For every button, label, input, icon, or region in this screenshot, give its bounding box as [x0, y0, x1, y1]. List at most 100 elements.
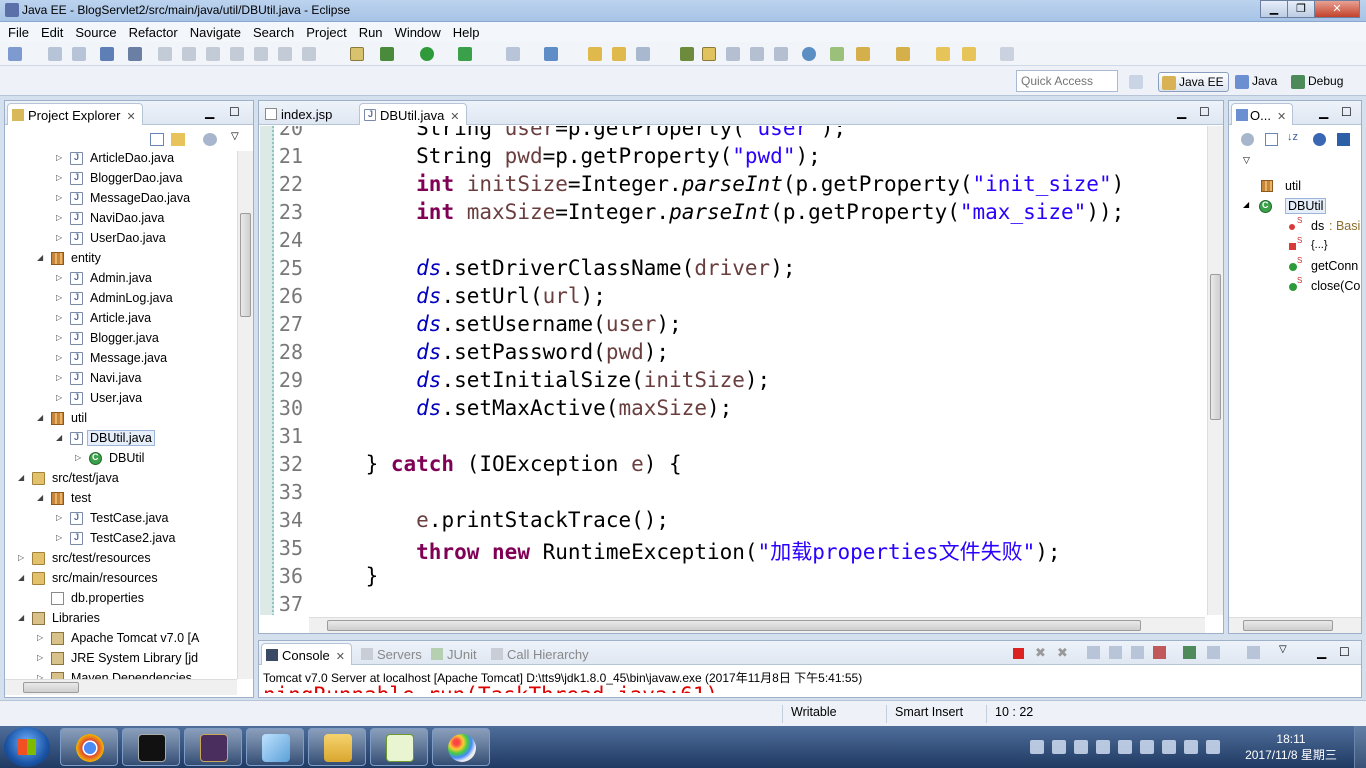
step-into-icon[interactable] — [254, 47, 268, 61]
menu-run[interactable]: Run — [353, 25, 389, 40]
expand-arrow-icon[interactable]: ▷ — [56, 273, 64, 282]
editor-horizontal-scrollbar[interactable] — [309, 617, 1205, 633]
tab-outline[interactable]: O... ✕ — [1231, 103, 1294, 125]
tab-project-explorer[interactable]: Project Explorer ✕ — [7, 103, 143, 125]
mark-occurrences-icon[interactable] — [702, 47, 716, 61]
tab-console[interactable]: Console ✕ — [261, 643, 352, 665]
taskbar-chrome[interactable] — [60, 728, 118, 766]
taskbar-explorer[interactable] — [308, 728, 366, 766]
perspective-java[interactable]: Java — [1232, 72, 1281, 92]
scroll-lock-icon[interactable] — [1109, 646, 1122, 659]
expand-arrow-icon[interactable]: ▷ — [56, 333, 64, 342]
display-selected-console-icon[interactable] — [1207, 646, 1220, 659]
collapse-arrow-icon[interactable]: ◢ — [37, 413, 45, 422]
outline-horizontal-thumb[interactable] — [1243, 620, 1333, 631]
close-tab-icon[interactable]: ✕ — [1277, 111, 1286, 123]
expand-arrow-icon[interactable]: ▷ — [56, 213, 64, 222]
save-icon[interactable] — [48, 47, 62, 61]
taskbar-clock[interactable]: 18:11 2017/11/8 星期三 — [1236, 731, 1346, 763]
editor-horizontal-thumb[interactable] — [327, 620, 1141, 631]
resume-icon[interactable] — [158, 47, 172, 61]
collapse-arrow-icon[interactable]: ◢ — [18, 613, 26, 622]
pin-console-icon[interactable] — [1183, 646, 1196, 659]
expand-arrow-icon[interactable]: ▷ — [56, 393, 64, 402]
taskbar-notepad[interactable] — [370, 728, 428, 766]
expand-arrow-icon[interactable]: ▷ — [18, 553, 26, 562]
forward-arrow-icon[interactable] — [1000, 47, 1014, 61]
bluetooth-icon[interactable] — [1096, 740, 1110, 754]
collapse-arrow-icon[interactable]: ◢ — [18, 573, 26, 582]
tray-app-icon[interactable] — [1140, 740, 1154, 754]
menu-search[interactable]: Search — [247, 25, 300, 40]
perspective-debug[interactable]: Debug — [1288, 72, 1347, 92]
clear-console-icon[interactable] — [1087, 646, 1100, 659]
outline-horizontal-scrollbar[interactable] — [1229, 617, 1361, 633]
minimize-view-icon[interactable]: ▁ — [205, 105, 214, 119]
menu-help[interactable]: Help — [447, 25, 486, 40]
next-annotation-icon[interactable] — [680, 47, 694, 61]
open-perspective-button[interactable] — [1126, 72, 1150, 92]
signal-icon[interactable] — [1206, 740, 1220, 754]
taskbar-eclipse[interactable] — [184, 728, 242, 766]
close-tab-icon[interactable]: ✕ — [336, 651, 345, 663]
menu-refactor[interactable]: Refactor — [123, 25, 184, 40]
search-icon[interactable] — [636, 47, 650, 61]
editor-vertical-scrollbar[interactable] — [1207, 126, 1223, 615]
menu-edit[interactable]: Edit — [35, 25, 69, 40]
hide-fields-icon[interactable] — [1313, 133, 1326, 146]
open-console-icon[interactable] — [1247, 646, 1260, 659]
expand-arrow-icon[interactable]: ▷ — [56, 153, 64, 162]
taskbar-app[interactable] — [246, 728, 304, 766]
expand-arrow-icon[interactable]: ▷ — [56, 293, 64, 302]
run-icon[interactable] — [420, 47, 434, 61]
expand-arrow-icon[interactable]: ▷ — [56, 173, 64, 182]
remove-launch-icon[interactable]: ✖ — [1035, 645, 1046, 661]
show-whitespace-icon[interactable] — [750, 47, 764, 61]
maximize-editor-icon[interactable]: ☐ — [1199, 105, 1210, 119]
expand-arrow-icon[interactable]: ▷ — [56, 353, 64, 362]
tab-junit[interactable]: JUnit — [427, 643, 483, 665]
expand-arrow-icon[interactable]: ▷ — [75, 453, 83, 462]
previous-edit-icon[interactable] — [896, 47, 910, 61]
collapse-arrow-icon[interactable]: ◢ — [56, 433, 64, 442]
start-button[interactable] — [4, 727, 50, 767]
menu-file[interactable]: File — [2, 25, 35, 40]
perspective-java-ee[interactable]: Java EE — [1158, 72, 1229, 92]
remove-all-launches-icon[interactable]: ✖ — [1057, 645, 1068, 661]
console-view-menu-icon[interactable]: ▽ — [1279, 644, 1287, 655]
explorer-horizontal-scrollbar[interactable] — [5, 679, 237, 695]
minimize-button[interactable]: ▁ — [1260, 0, 1288, 18]
expand-arrow-icon[interactable]: ▷ — [56, 533, 64, 542]
coverage-icon[interactable] — [458, 47, 472, 61]
menu-navigate[interactable]: Navigate — [184, 25, 247, 40]
explorer-horizontal-thumb[interactable] — [23, 682, 79, 693]
expand-arrow-icon[interactable]: ▷ — [56, 373, 64, 382]
maximize-view-icon[interactable]: ☐ — [229, 105, 240, 119]
flag-icon[interactable] — [1162, 740, 1176, 754]
maximize-outline-icon[interactable]: ☐ — [1341, 105, 1352, 119]
tab-call-hierarchy[interactable]: Call Hierarchy — [487, 643, 595, 665]
suspend-icon[interactable] — [182, 47, 196, 61]
minimize-outline-icon[interactable]: ▁ — [1319, 105, 1328, 119]
disconnect-icon[interactable] — [230, 47, 244, 61]
debug-icon[interactable] — [380, 47, 394, 61]
view-menu-options-icon[interactable] — [203, 133, 217, 146]
chat-icon[interactable] — [1074, 740, 1088, 754]
collapse-arrow-icon[interactable]: ◢ — [37, 493, 45, 502]
explorer-vertical-scrollbar[interactable] — [237, 151, 253, 679]
outline-menu-chevron-icon[interactable]: ▽ — [1243, 155, 1250, 166]
use-step-filters-icon[interactable] — [350, 47, 364, 61]
console-output-line[interactable]: ningRunnable.run(TaskThread.java:61) — [263, 683, 1223, 693]
tab-index-jsp[interactable]: index.jsp — [261, 103, 338, 125]
step-return-icon[interactable] — [302, 47, 316, 61]
outline-options-icon[interactable] — [1241, 133, 1254, 146]
expand-arrow-icon[interactable]: ◢ — [1243, 200, 1249, 209]
menu-window[interactable]: Window — [389, 25, 447, 40]
open-type-icon[interactable] — [588, 47, 602, 61]
tab-dbutil-java[interactable]: DBUtil.java ✕ — [359, 103, 467, 125]
editor-vertical-thumb[interactable] — [1210, 274, 1221, 420]
input-method-icon[interactable] — [1118, 740, 1132, 754]
save-all-icon[interactable] — [72, 47, 86, 61]
external-tools-icon[interactable] — [506, 47, 520, 61]
open-task-icon[interactable] — [612, 47, 626, 61]
